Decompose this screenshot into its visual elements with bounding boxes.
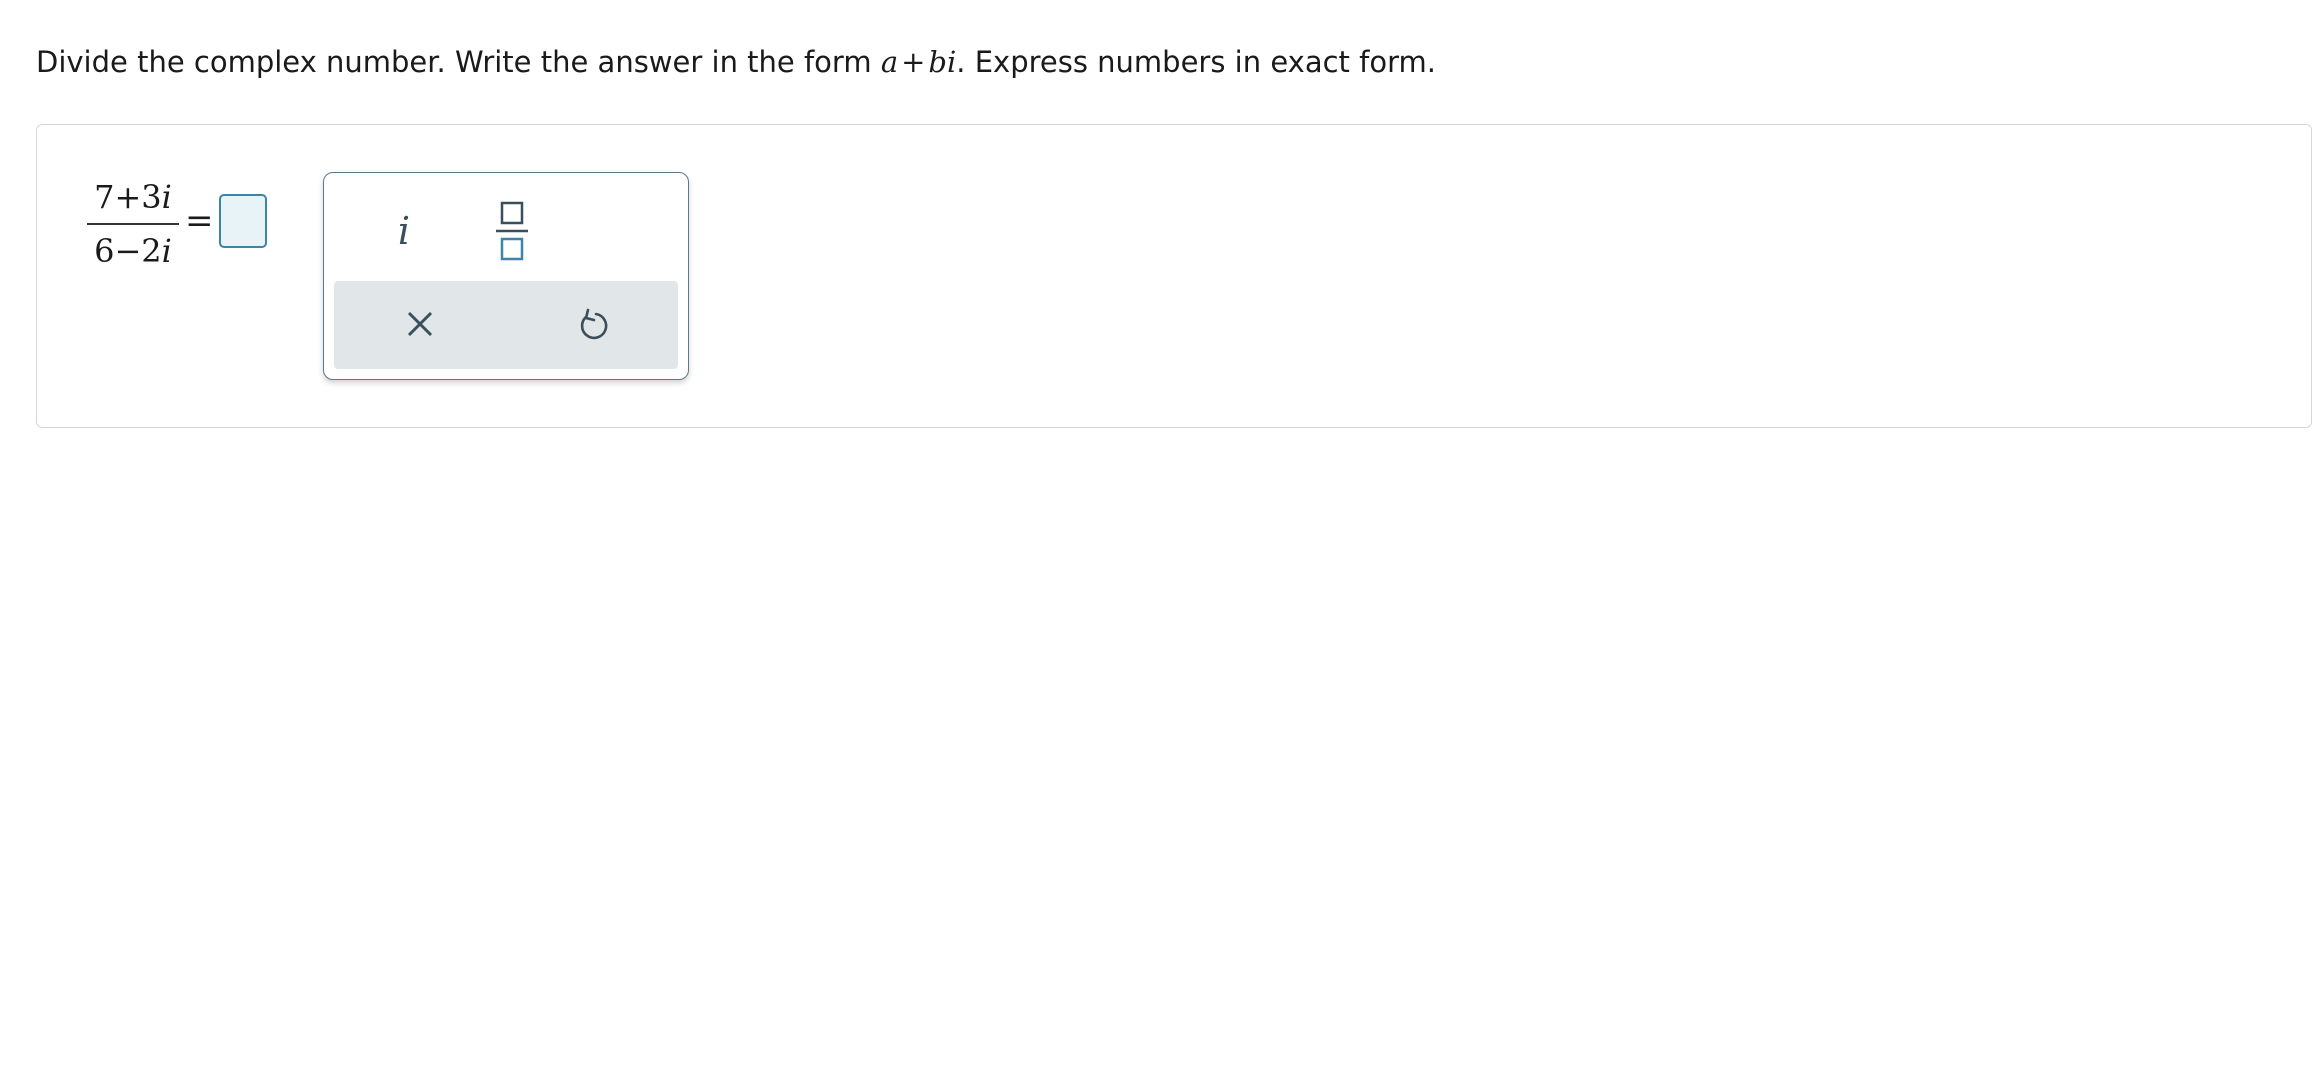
denominator-coef: 2 bbox=[141, 232, 162, 270]
undo-button[interactable] bbox=[562, 303, 622, 347]
fraction-template-icon bbox=[496, 201, 528, 261]
numerator-op: + bbox=[114, 178, 142, 216]
denominator-unit: i bbox=[161, 232, 172, 270]
numerator-coef: 3 bbox=[141, 178, 162, 216]
form-expression: a + bi bbox=[881, 45, 956, 79]
equals-sign: = bbox=[185, 201, 214, 241]
math-keypad: i bbox=[323, 172, 689, 380]
fraction-bar bbox=[87, 223, 179, 225]
answer-panel: 7+3i 6−2i = i bbox=[36, 124, 2312, 428]
fraction-numerator: 7+3i bbox=[87, 175, 179, 219]
fraction-denominator: 6−2i bbox=[87, 229, 179, 273]
answer-input[interactable] bbox=[219, 194, 267, 248]
form-a: a bbox=[880, 45, 899, 79]
denominator-const: 6 bbox=[94, 232, 115, 270]
close-icon bbox=[407, 311, 433, 337]
imaginary-unit-key[interactable]: i bbox=[374, 203, 434, 259]
fraction-key[interactable] bbox=[482, 197, 542, 265]
numerator-unit: i bbox=[161, 178, 172, 216]
keypad-action-bar bbox=[334, 281, 678, 369]
undo-icon bbox=[580, 308, 608, 340]
clear-button[interactable] bbox=[390, 303, 450, 347]
form-plus: + bbox=[901, 45, 926, 79]
prompt-prefix: Divide the complex number. Write the ans… bbox=[36, 45, 872, 79]
form-bi: bi bbox=[928, 45, 957, 79]
question-prompt: Divide the complex number. Write the ans… bbox=[36, 40, 1436, 84]
prompt-suffix: . Express numbers in exact form. bbox=[956, 45, 1436, 79]
denominator-op: − bbox=[114, 232, 142, 270]
complex-fraction: 7+3i 6−2i bbox=[87, 175, 179, 273]
numerator-const: 7 bbox=[94, 178, 115, 216]
